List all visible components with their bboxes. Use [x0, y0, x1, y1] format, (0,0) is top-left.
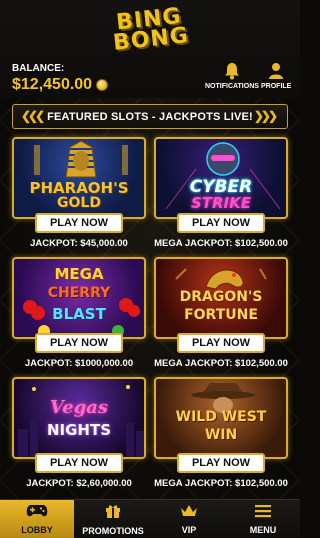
- game-thumbnail-cyber-strike[interactable]: CYBER STRIKE: [154, 137, 288, 219]
- play-now-button[interactable]: PLAY NOW: [35, 453, 123, 473]
- app-header: BING BONG BALANCE: $12,450.00 NOTIFICATI…: [0, 0, 300, 98]
- balance-display: $12,450.00: [12, 76, 109, 94]
- notifications-button[interactable]: NOTIFICATIONS: [205, 62, 259, 90]
- game-title-line1: DRAGON'S: [179, 289, 263, 305]
- chevrons-left-icon: ❮❮❮: [21, 109, 45, 123]
- game-thumbnail-vegas-nights[interactable]: Vegas NIGHTS: [12, 377, 146, 459]
- nav-item-promotions[interactable]: PROMOTIONS: [74, 500, 152, 538]
- profile-label: PROFILE: [261, 83, 292, 90]
- play-now-button[interactable]: PLAY NOW: [177, 213, 265, 233]
- game-title-line2: CHERRY: [47, 285, 111, 301]
- nav-label: MENU: [249, 524, 277, 535]
- bing-bong-logo[interactable]: BING BONG: [98, 3, 202, 57]
- jackpot-amount: JACKPOT: $2,60,000.00: [26, 478, 132, 489]
- hamburger-icon: [255, 504, 271, 523]
- game-card-dragons-fortune[interactable]: DRAGON'S FORTUNE PLAY NOW MEGA JACKPOT: …: [154, 257, 288, 369]
- play-now-button[interactable]: PLAY NOW: [177, 453, 265, 473]
- nav-label: LOBBY: [21, 524, 53, 535]
- bottom-nav: LOBBY PROMOTIONS VIP MENU: [0, 499, 300, 538]
- nav-label: PROMOTIONS: [82, 525, 144, 536]
- balance-value: $12,450.00: [12, 76, 93, 93]
- person-icon: [268, 62, 284, 80]
- city-skyline-icon: [18, 385, 144, 457]
- gamepad-icon: [26, 504, 48, 523]
- play-now-button[interactable]: PLAY NOW: [177, 333, 265, 353]
- jackpot-amount: MEGA JACKPOT: $102,500.00: [154, 358, 288, 369]
- balance-label: BALANCE:: [12, 63, 65, 74]
- game-card-pharaohs-gold[interactable]: PHARAOH'S GOLD PLAY NOW JACKPOT: $45,000…: [12, 137, 146, 249]
- game-title-line2: GOLD: [57, 195, 101, 211]
- nav-item-vip[interactable]: VIP: [152, 500, 226, 538]
- notifications-label: NOTIFICATIONS: [205, 83, 259, 90]
- profile-button[interactable]: PROFILE: [261, 62, 291, 90]
- bell-icon: [224, 62, 240, 80]
- jackpot-amount: MEGA JACKPOT: $102,500.00: [154, 478, 288, 489]
- game-title-line3: BLAST: [52, 305, 106, 323]
- game-thumbnail-wild-west-win[interactable]: WILD WEST WIN: [154, 377, 288, 459]
- game-thumbnail-pharaohs-gold[interactable]: PHARAOH'S GOLD: [12, 137, 146, 219]
- game-title-line2: WIN: [204, 427, 238, 443]
- jackpot-amount: MEGA JACKPOT: $102,500.00: [154, 238, 288, 249]
- crown-icon: [180, 504, 198, 523]
- game-title-line1: WILD WEST: [175, 409, 267, 425]
- jackpot-amount: JACKPOT: $1000,000.00: [24, 358, 134, 369]
- game-card-vegas-nights[interactable]: Vegas NIGHTS PLAY NOW JACKPOT: $2,60,000…: [12, 377, 146, 489]
- featured-banner: ❮❮❮ FEATURED SLOTS - JACKPOTS LIVE! ❯❯❯: [12, 104, 288, 129]
- play-now-button[interactable]: PLAY NOW: [35, 333, 123, 353]
- game-title-line2: FORTUNE: [184, 307, 258, 323]
- chevrons-right-icon: ❯❯❯: [253, 109, 278, 123]
- play-now-button[interactable]: PLAY NOW: [35, 213, 123, 233]
- game-title-line2: STRIKE: [190, 194, 252, 212]
- banner-text: FEATURED SLOTS - JACKPOTS LIVE!: [47, 110, 253, 123]
- game-thumbnail-dragons-fortune[interactable]: DRAGON'S FORTUNE: [154, 257, 288, 339]
- nav-item-menu[interactable]: MENU: [226, 500, 300, 538]
- game-title-line2: NIGHTS: [46, 421, 112, 439]
- gift-icon: [105, 503, 121, 524]
- jackpot-amount: JACKPOT: $45,000.00: [30, 238, 128, 249]
- game-title-line1: MEGA: [54, 265, 104, 283]
- nav-item-lobby[interactable]: LOBBY: [0, 500, 74, 538]
- coin-icon: [96, 79, 109, 91]
- game-thumbnail-mega-cherry-blast[interactable]: MEGA CHERRY BLAST: [12, 257, 146, 339]
- game-card-wild-west-win[interactable]: WILD WEST WIN PLAY NOW MEGA JACKPOT: $10…: [154, 377, 288, 489]
- game-card-mega-cherry-blast[interactable]: MEGA CHERRY BLAST PLAY NOW JACKPOT: $100…: [12, 257, 146, 369]
- nav-label: VIP: [181, 524, 197, 535]
- game-title-line1: Vegas: [49, 397, 109, 418]
- game-card-cyber-strike[interactable]: CYBER STRIKE PLAY NOW MEGA JACKPOT: $102…: [154, 137, 288, 249]
- logo-line2: BONG: [111, 23, 191, 56]
